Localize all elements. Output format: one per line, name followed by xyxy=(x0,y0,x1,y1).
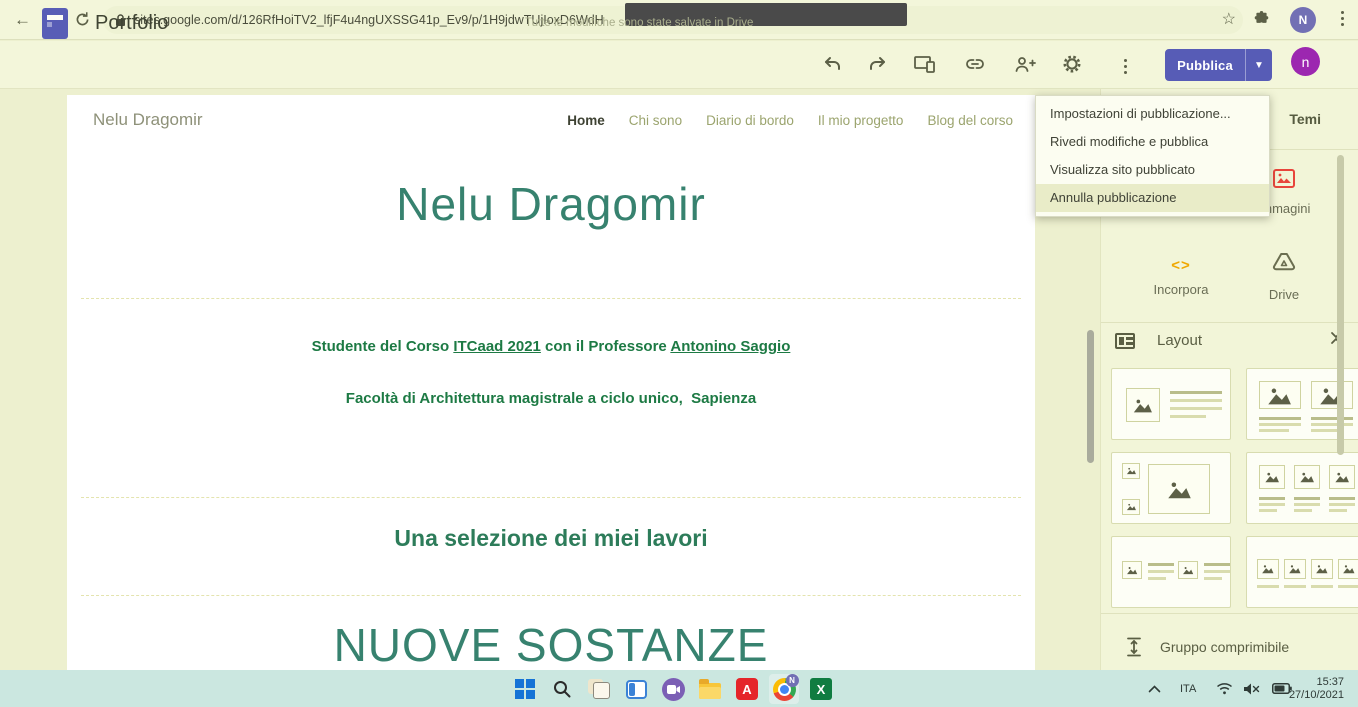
file-explorer-button[interactable] xyxy=(695,674,725,704)
wifi-icon xyxy=(1216,682,1233,695)
chat-icon xyxy=(662,678,685,701)
extensions-icon[interactable] xyxy=(1253,11,1270,33)
collapsible-group-label: Gruppo comprimibile xyxy=(1160,639,1289,655)
more-options-icon[interactable] xyxy=(1123,56,1127,77)
chrome-button[interactable]: N xyxy=(769,674,799,704)
tray-chevron[interactable] xyxy=(1148,670,1161,707)
excel-button[interactable]: X xyxy=(806,674,836,704)
undo-icon[interactable] xyxy=(821,52,845,76)
image-icon xyxy=(1273,169,1295,193)
section-divider xyxy=(81,298,1021,299)
redo-icon[interactable] xyxy=(865,52,889,76)
settings-gear-icon[interactable] xyxy=(1060,52,1084,76)
link-antonino-saggio[interactable]: Antonino Saggio xyxy=(670,338,790,355)
chrome-icon: N xyxy=(773,678,796,701)
menu-item-visualizza[interactable]: Visualizza sito pubblicato xyxy=(1036,156,1269,184)
collapsible-group-icon xyxy=(1126,637,1142,657)
hero-title[interactable]: Nelu Dragomir xyxy=(67,177,1035,231)
browser-menu-icon[interactable] xyxy=(1340,8,1344,29)
divider xyxy=(1101,613,1358,614)
folder-icon xyxy=(699,683,721,699)
save-status: Tutte le modifiche sono state salvate in… xyxy=(525,17,753,29)
menu-item-impostazioni[interactable]: Impostazioni di pubblicazione... xyxy=(1036,100,1269,128)
nav-il-mio-progetto[interactable]: Il mio progetto xyxy=(818,113,904,128)
refresh-icon[interactable] xyxy=(74,11,91,33)
task-view-icon xyxy=(588,679,610,699)
site-header-name[interactable]: Nelu Dragomir xyxy=(93,110,203,130)
account-avatar[interactable]: n xyxy=(1291,47,1320,76)
sidebar-scrollbar-thumb[interactable] xyxy=(1337,155,1344,455)
layout-label: Layout xyxy=(1157,332,1202,349)
site-canvas: Nelu Dragomir Home Chi sono Diario di bo… xyxy=(67,95,1035,670)
layout-option-3[interactable] xyxy=(1111,452,1231,524)
insert-drive-label: Drive xyxy=(1239,287,1329,302)
tab-temi[interactable]: Temi xyxy=(1289,111,1321,127)
wifi-indicator[interactable] xyxy=(1216,670,1233,707)
browser-profile-avatar[interactable]: N xyxy=(1290,7,1316,33)
clock-time: 15:37 xyxy=(1316,676,1344,688)
intro-text: con il Professore xyxy=(541,338,671,355)
taskbar-search[interactable] xyxy=(547,674,577,704)
share-add-person-icon[interactable] xyxy=(1013,52,1037,76)
chat-button[interactable] xyxy=(658,674,688,704)
excel-icon: X xyxy=(810,678,832,700)
chrome-profile-badge: N xyxy=(786,674,799,687)
link-itcaad-2021[interactable]: ITCaad 2021 xyxy=(453,338,541,355)
layout-option-1[interactable] xyxy=(1111,368,1231,440)
preview-devices-icon[interactable] xyxy=(913,52,937,76)
project-title[interactable]: NUOVE SOSTANZE xyxy=(67,618,1035,670)
search-icon xyxy=(552,679,572,699)
layout-icon xyxy=(1115,333,1135,349)
task-view-button[interactable] xyxy=(584,674,614,704)
section-divider xyxy=(81,497,1021,498)
insert-drive-item[interactable]: Drive xyxy=(1239,252,1329,302)
site-nav: Home Chi sono Diario di bordo Il mio pro… xyxy=(567,113,1013,128)
faculty-line[interactable]: Facoltà di Architettura magistrale a cic… xyxy=(67,390,1035,407)
publish-menu: Impostazioni di pubblicazione... Rivedi … xyxy=(1035,95,1270,217)
windows-logo-icon xyxy=(515,679,535,699)
windows-taskbar: A N X ITA 15:3727/10/2021 xyxy=(0,670,1358,707)
chevron-up-icon xyxy=(1148,685,1161,693)
copy-link-icon[interactable] xyxy=(963,52,987,76)
intro-text: Studente del Corso xyxy=(312,338,454,355)
document-title[interactable]: Portfolio xyxy=(95,12,168,35)
nav-chi-sono[interactable]: Chi sono xyxy=(629,113,682,128)
embed-code-icon: <> xyxy=(1136,257,1226,274)
insert-embed-label: Incorpora xyxy=(1136,282,1226,297)
layout-option-6[interactable] xyxy=(1246,536,1358,608)
section-divider xyxy=(81,595,1021,596)
layout-section-header: Layout xyxy=(1115,332,1202,349)
language-indicator[interactable]: ITA xyxy=(1180,670,1196,707)
publish-button[interactable]: Pubblica ▼ xyxy=(1165,49,1272,81)
drive-icon xyxy=(1272,252,1296,279)
insert-embed-item[interactable]: <> Incorpora xyxy=(1136,257,1226,297)
canvas-scrollbar-thumb[interactable] xyxy=(1087,330,1094,463)
section-heading[interactable]: Una selezione dei miei lavori xyxy=(67,525,1035,552)
publish-button-label[interactable]: Pubblica xyxy=(1165,49,1245,81)
google-sites-logo xyxy=(42,8,68,39)
back-icon[interactable]: ← xyxy=(14,0,31,40)
nav-blog-del-corso[interactable]: Blog del corso xyxy=(927,113,1013,128)
editor-toolbar xyxy=(0,41,1358,89)
publish-dropdown-arrow[interactable]: ▼ xyxy=(1245,49,1272,81)
clock[interactable]: 15:3727/10/2021 xyxy=(1289,670,1344,707)
menu-item-annulla-pubblicazione[interactable]: Annulla pubblicazione xyxy=(1036,184,1269,212)
widgets-icon xyxy=(626,680,647,699)
nav-diario-di-bordo[interactable]: Diario di bordo xyxy=(706,113,794,128)
divider xyxy=(1101,322,1358,323)
nav-home[interactable]: Home xyxy=(567,113,605,128)
bookmark-star-icon[interactable]: ☆ xyxy=(1222,9,1236,29)
clock-date: 27/10/2021 xyxy=(1289,689,1344,701)
start-button[interactable] xyxy=(510,674,540,704)
layout-option-4[interactable] xyxy=(1246,452,1358,524)
layout-option-5[interactable] xyxy=(1111,536,1231,608)
acrobat-pdf-icon: A xyxy=(736,678,758,700)
menu-item-rivedi[interactable]: Rivedi modifiche e pubblica xyxy=(1036,128,1269,156)
intro-paragraph[interactable]: Studente del Corso ITCaad 2021 con il Pr… xyxy=(67,338,1035,355)
collapsible-group-item[interactable]: Gruppo comprimibile xyxy=(1126,637,1289,657)
speaker-muted-icon xyxy=(1243,682,1260,696)
volume-muted-indicator[interactable] xyxy=(1243,670,1260,707)
widgets-button[interactable] xyxy=(621,674,651,704)
acrobat-button[interactable]: A xyxy=(732,674,762,704)
